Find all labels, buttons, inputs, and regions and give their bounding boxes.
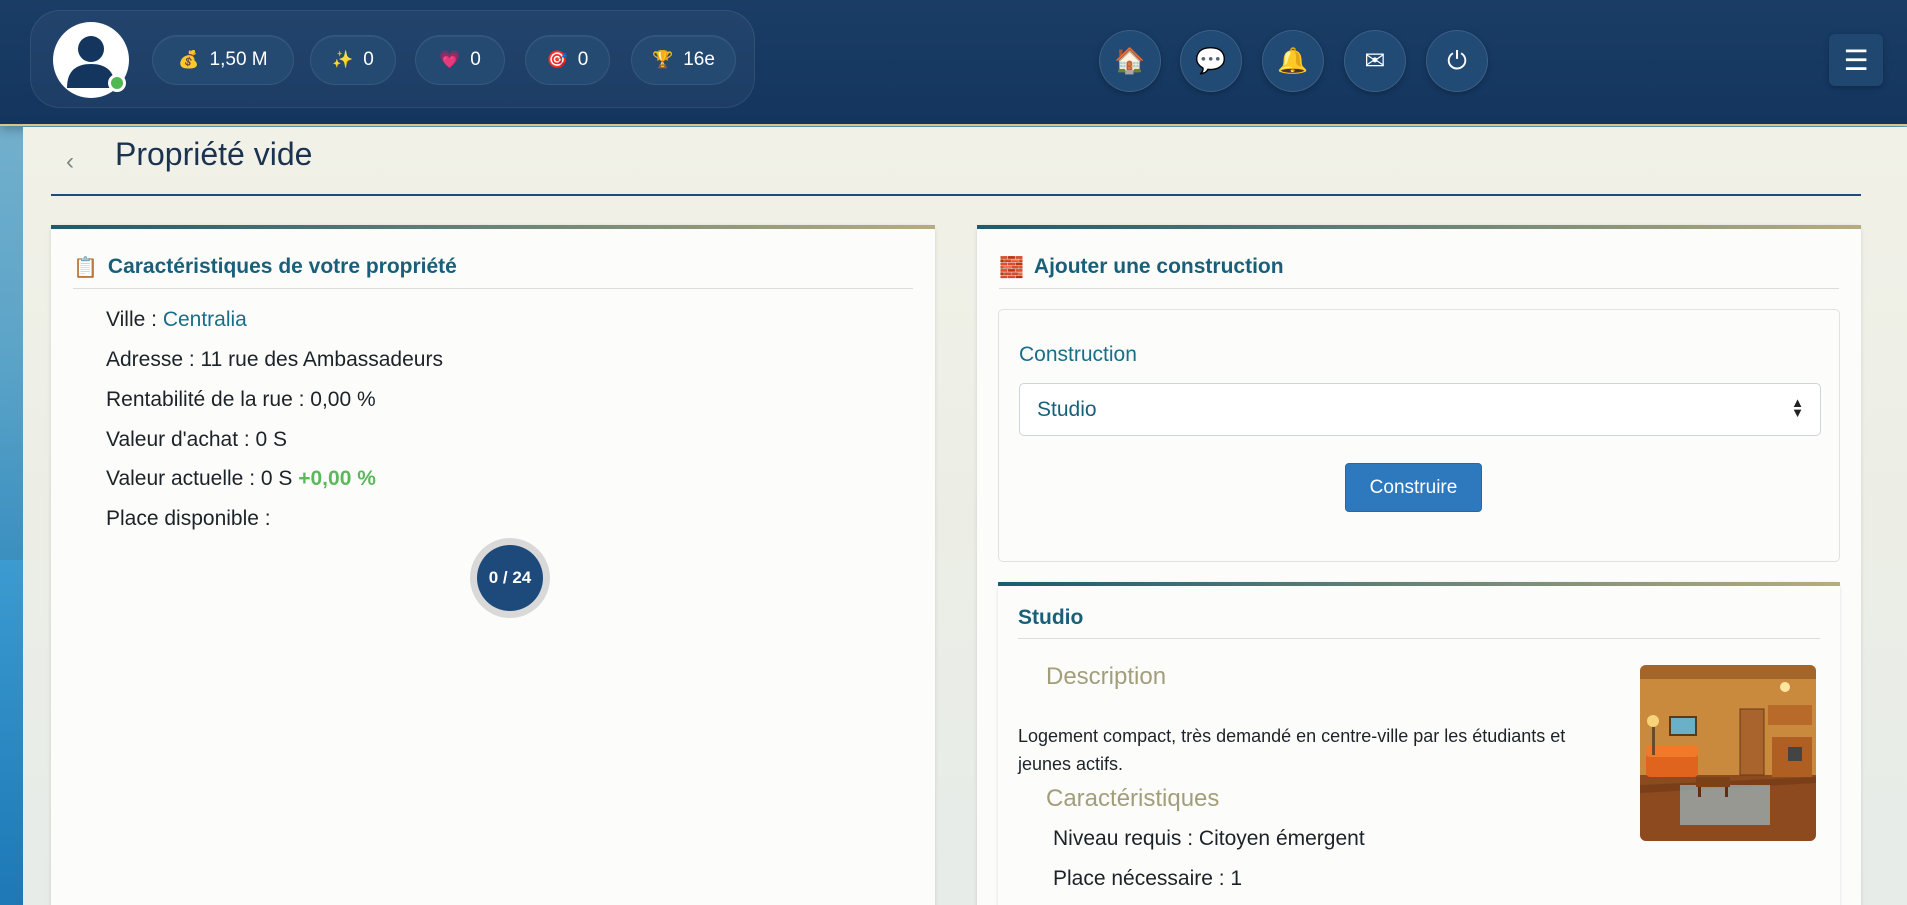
logout-button[interactable]: ⏻ xyxy=(1426,30,1488,92)
construction-form: Construction Studio ▲ ▼ Construire xyxy=(998,309,1840,562)
top-bar: 💰 1,50 M ✨ 0 💗 0 🎯 0 🏆 16e 🏠 💬 🔔 ✉ ⏻ ☰ xyxy=(0,0,1907,126)
ranking-stat[interactable]: 🏆 16e xyxy=(631,35,736,85)
build-button[interactable]: Construire xyxy=(1345,463,1482,512)
back-button[interactable]: ‹ xyxy=(66,148,74,176)
construction-field-label: Construction xyxy=(1019,343,1137,366)
construction-selected-value: Studio xyxy=(1037,397,1097,421)
money-value: 1,50 M xyxy=(209,49,268,70)
description-heading: Description xyxy=(1046,663,1167,690)
studio-detail-card: Studio Description Logement compact, trè… xyxy=(998,582,1840,905)
page-title: Propriété vide xyxy=(115,136,313,172)
menu-button[interactable]: ☰ xyxy=(1829,34,1883,86)
sparkles-stat[interactable]: ✨ 0 xyxy=(310,35,396,85)
player-stats-group: 💰 1,50 M ✨ 0 💗 0 🎯 0 🏆 16e xyxy=(30,10,755,108)
construction-select[interactable]: Studio ▲ ▼ xyxy=(1019,383,1821,436)
clipboard-icon: 📋 xyxy=(73,257,98,279)
sparkles-value: 0 xyxy=(363,49,374,70)
construction-card-header: 🧱 Ajouter une construction xyxy=(999,255,1839,289)
profitability-line: Rentabilité de la rue : 0,00 % xyxy=(106,388,376,411)
address-line: Adresse : 11 rue des Ambassadeurs xyxy=(106,348,443,371)
city-link[interactable]: Centralia xyxy=(163,308,247,331)
hamburger-icon: ☰ xyxy=(1843,44,1869,76)
target-stat[interactable]: 🎯 0 xyxy=(525,35,610,85)
city-line: Ville : Centralia xyxy=(106,308,247,332)
mail-icon: ✉ xyxy=(1364,47,1386,75)
select-arrows-icon: ▲ ▼ xyxy=(1791,395,1804,420)
features-heading: Caractéristiques xyxy=(1046,785,1220,812)
studio-description: Logement compact, très demandé en centre… xyxy=(1018,726,1566,774)
space-label: Place disponible : xyxy=(106,507,271,530)
sparkles-icon: ✨ xyxy=(332,50,354,69)
chat-button[interactable]: 💬 xyxy=(1180,30,1242,92)
studio-image xyxy=(1640,665,1816,841)
home-icon: 🏠 xyxy=(1114,46,1146,75)
property-card-header: 📋 Caractéristiques de votre propriété xyxy=(73,255,913,289)
studio-title: Studio xyxy=(1018,606,1820,639)
heart-icon: 💗 xyxy=(439,50,461,69)
bricks-icon: 🧱 xyxy=(999,257,1024,279)
target-icon: 🎯 xyxy=(546,50,568,69)
heart-stat[interactable]: 💗 0 xyxy=(415,35,505,85)
avatar[interactable] xyxy=(53,22,129,98)
property-card-title: Caractéristiques de votre propriété xyxy=(107,255,457,278)
current-value-line: Valeur actuelle : 0 S +0,00 % xyxy=(106,467,376,491)
space-gauge: 0 / 24 xyxy=(470,538,550,618)
title-divider xyxy=(51,194,1861,196)
purchase-value-line: Valeur d'achat : 0 S xyxy=(106,428,288,451)
level-required: Niveau requis : Citoyen émergent xyxy=(1053,827,1365,850)
target-value: 0 xyxy=(577,49,589,70)
chat-icon: 💬 xyxy=(1195,46,1227,75)
city-label: Ville : xyxy=(106,308,163,331)
value-change-badge: +0,00 % xyxy=(298,467,376,490)
construction-card-title: Ajouter une construction xyxy=(1033,255,1284,278)
construction-card: 🧱 Ajouter une construction Construction … xyxy=(977,225,1861,905)
notifications-button[interactable]: 🔔 xyxy=(1262,30,1324,92)
online-status-dot xyxy=(108,74,126,92)
home-button[interactable]: 🏠 xyxy=(1099,30,1161,92)
power-icon: ⏻ xyxy=(1447,46,1467,75)
money-stat[interactable]: 💰 1,50 M xyxy=(152,35,294,85)
current-value-label: Valeur actuelle : 0 S xyxy=(106,467,299,490)
heart-value: 0 xyxy=(470,49,481,70)
money-bag-icon: 💰 xyxy=(178,50,200,69)
property-card: 📋 Caractéristiques de votre propriété Vi… xyxy=(51,225,935,905)
bell-icon: 🔔 xyxy=(1277,46,1309,75)
mail-button[interactable]: ✉ xyxy=(1344,30,1406,92)
space-needed: Place nécessaire : 1 xyxy=(1053,867,1243,890)
space-gauge-value: 0 / 24 xyxy=(477,545,543,611)
ranking-value: 16e xyxy=(683,49,715,70)
trophy-icon: 🏆 xyxy=(652,50,674,69)
